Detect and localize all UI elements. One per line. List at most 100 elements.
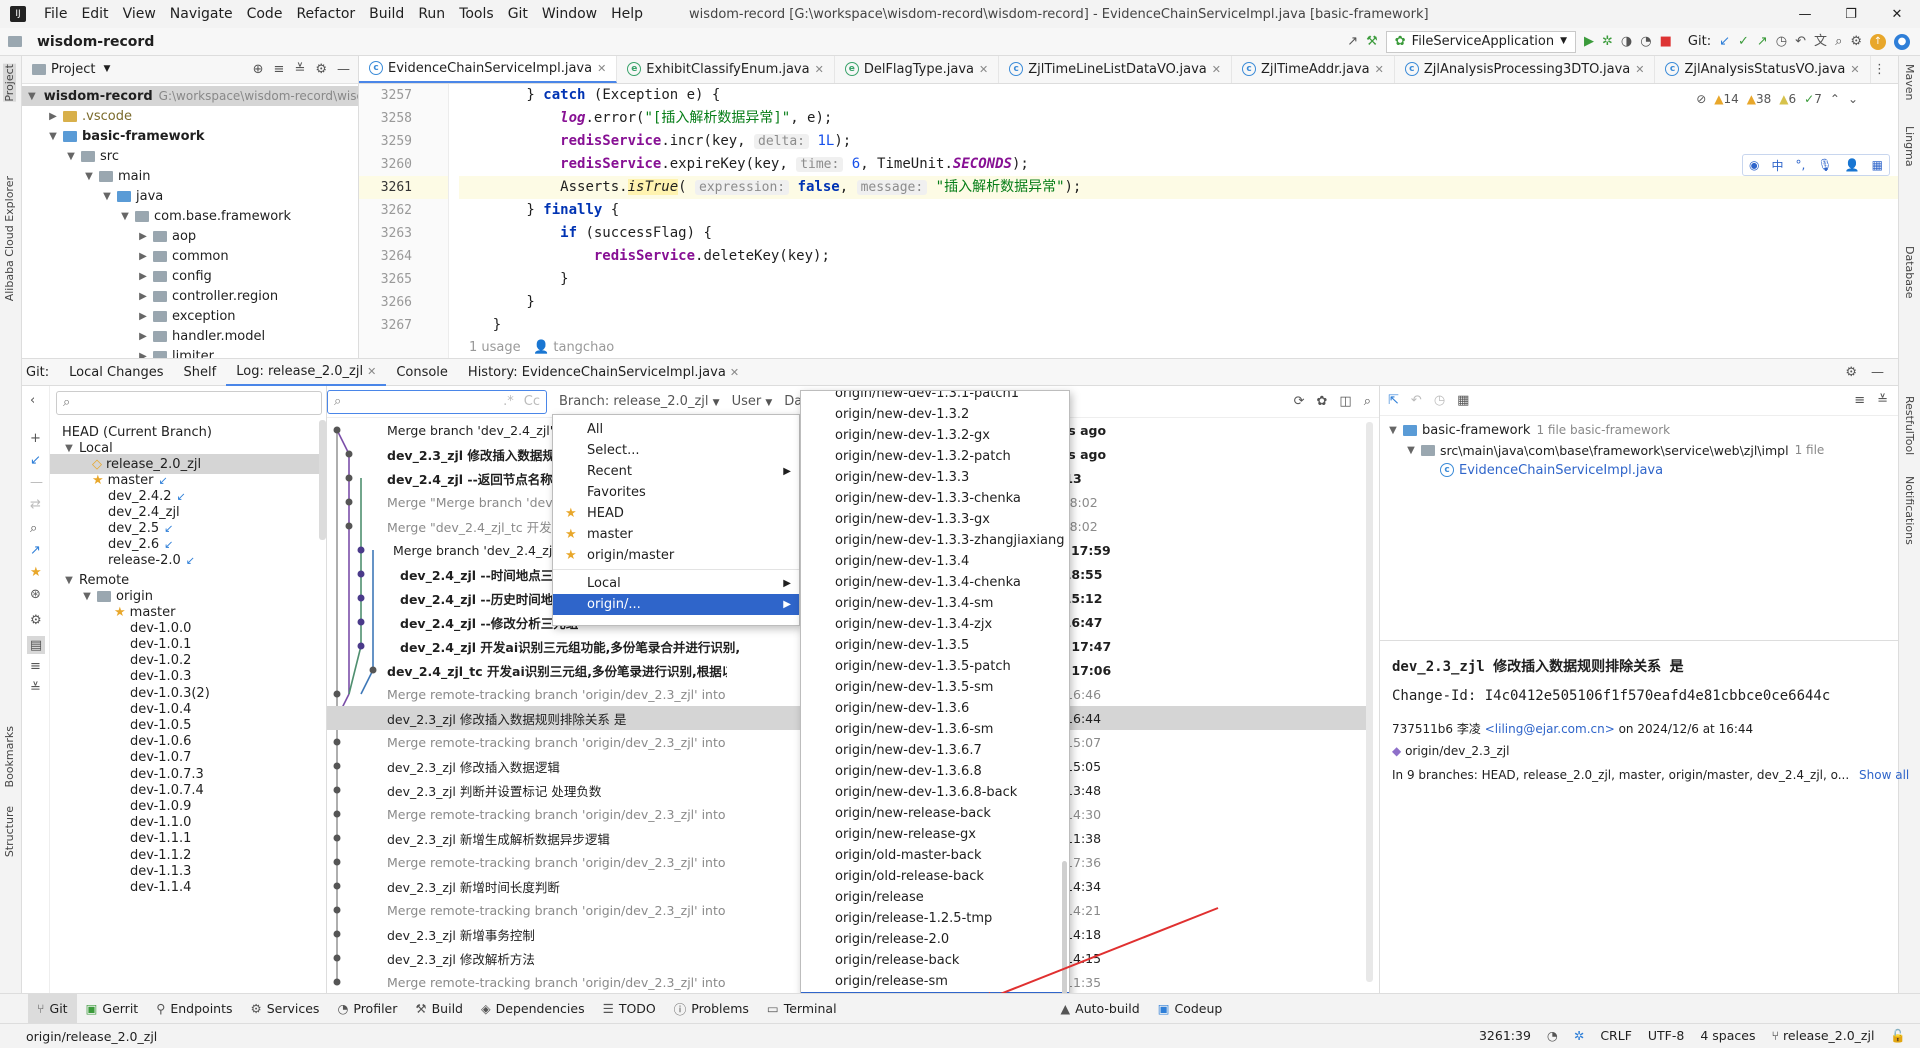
- changed-file[interactable]: c EvidenceChainServiceImpl.java: [1380, 460, 1898, 480]
- commit-email[interactable]: <liling@ejar.com.cn>: [1485, 722, 1615, 736]
- menu-item-recent[interactable]: Recent ▶: [553, 461, 799, 482]
- remote-branch-menu-item[interactable]: origin/old-release-back: [801, 866, 1069, 887]
- delete-icon[interactable]: —: [30, 476, 43, 489]
- history-icon[interactable]: ◷: [1776, 35, 1787, 48]
- tree-item-src[interactable]: ▼ src: [22, 146, 358, 166]
- menu-item-master[interactable]: ★ master: [553, 524, 799, 545]
- chevron-down-icon[interactable]: ▼: [62, 575, 76, 586]
- chevron-right-icon[interactable]: ▶: [136, 271, 150, 282]
- git-commit-icon[interactable]: ✓: [1738, 35, 1749, 48]
- collapse-all-icon[interactable]: ≚: [1877, 394, 1888, 407]
- remote-branch-menu-item[interactable]: origin/new-dev-1.3.2: [801, 404, 1069, 425]
- settings-icon[interactable]: ⚙: [30, 614, 42, 627]
- show-all-link[interactable]: Show all: [1859, 768, 1909, 782]
- remote-branch-menu-item[interactable]: origin/new-dev-1.3.5-patch: [801, 656, 1069, 677]
- menu-navigate[interactable]: Navigate: [164, 6, 239, 22]
- tree-item-controller-region[interactable]: ▶ controller.region: [22, 286, 358, 306]
- remote-branch-menu-item[interactable]: origin/new-dev-1.3.6.8: [801, 761, 1069, 782]
- branch-item[interactable]: release-2.0 ↙: [92, 550, 195, 570]
- tree-item-main[interactable]: ▼ main: [22, 166, 358, 186]
- close-icon[interactable]: ✕: [1850, 63, 1859, 76]
- remote-branch-menu-item[interactable]: origin/new-dev-1.3.3-chenka: [801, 488, 1069, 509]
- close-icon[interactable]: ✕: [367, 365, 376, 378]
- tool-todo[interactable]: ☰ TODO: [594, 994, 665, 1024]
- tree-item-common[interactable]: ▶ common: [22, 246, 358, 266]
- tool-problems[interactable]: ⓘ Problems: [665, 994, 758, 1024]
- group-icon[interactable]: ▤: [27, 636, 45, 654]
- tree-item-vscode[interactable]: ▶ .vscode: [22, 106, 358, 126]
- branch-search-input[interactable]: ⌕: [56, 391, 322, 415]
- chevron-right-icon[interactable]: ▶: [136, 251, 150, 262]
- close-icon[interactable]: ✕: [1635, 63, 1644, 76]
- file-encoding[interactable]: UTF-8: [1648, 1028, 1684, 1044]
- remote-branch-menu-item[interactable]: origin/new-dev-1.3.3-gx: [801, 509, 1069, 530]
- database-tool-tab[interactable]: Database: [1903, 246, 1916, 299]
- close-icon[interactable]: ✕: [815, 63, 824, 76]
- remote-branch-menu-item[interactable]: origin/old-master-back: [801, 845, 1069, 866]
- remote-branch-menu-item[interactable]: origin/new-dev-1.3.5-sm: [801, 677, 1069, 698]
- remote-branch-menu-item[interactable]: origin/new-dev-1.3.2-patch: [801, 446, 1069, 467]
- remote-branch-menu-item[interactable]: origin/new-dev-1.3.4: [801, 551, 1069, 572]
- tool-gerrit[interactable]: ▣ Gerrit: [77, 994, 148, 1024]
- code-editor[interactable]: 3257 3258 3259 3260 3261 3262 3263 3264 …: [359, 84, 1898, 358]
- git-update-icon[interactable]: ↙: [1719, 35, 1730, 48]
- chevron-down-icon[interactable]: ▼: [80, 591, 94, 602]
- mic-icon[interactable]: 🎙: [1817, 158, 1832, 172]
- tab-console[interactable]: Console: [386, 358, 458, 386]
- show-diff-icon[interactable]: ⇱: [1388, 394, 1399, 407]
- project-tool-tab[interactable]: Project: [3, 64, 16, 102]
- tool-codeup[interactable]: ▣ Codeup: [1149, 994, 1232, 1024]
- close-icon[interactable]: ✕: [1212, 63, 1221, 76]
- punct-icon[interactable]: °,: [1796, 158, 1806, 172]
- remote-branch-menu-item[interactable]: origin/new-dev-1.3.6: [801, 698, 1069, 719]
- menu-item-select[interactable]: Select...: [553, 440, 799, 461]
- more-tabs-icon[interactable]: ⋮: [1873, 56, 1886, 83]
- add-icon[interactable]: +: [30, 432, 41, 445]
- tree-item-java[interactable]: ▼ java: [22, 186, 358, 206]
- tool-services[interactable]: ⚙ Services: [242, 994, 329, 1024]
- avatar-icon[interactable]: ●: [1894, 33, 1910, 50]
- chevron-right-icon[interactable]: ▶: [136, 311, 150, 322]
- structure-tool-tab[interactable]: Structure: [3, 806, 16, 857]
- chevron-up-icon[interactable]: ⌃: [1830, 92, 1840, 106]
- ifly-icon[interactable]: ◉: [1749, 158, 1759, 172]
- tree-item-basic-framework[interactable]: ▼ basic-framework: [22, 126, 358, 146]
- remote-branch-menu-item[interactable]: origin/new-dev-1.3.4-chenka: [801, 572, 1069, 593]
- menu-build[interactable]: Build: [363, 6, 410, 22]
- git-push-icon[interactable]: ↗: [1757, 35, 1768, 48]
- compare-icon[interactable]: ⊛: [30, 588, 41, 601]
- lock-icon[interactable]: 🔓: [1890, 1028, 1906, 1044]
- close-window-button[interactable]: ✕: [1874, 7, 1920, 22]
- remote-branch-menu-item[interactable]: origin/new-dev-1.3.6.8-back: [801, 782, 1069, 803]
- tool-build[interactable]: ⚒ Build: [406, 994, 472, 1024]
- user-icon[interactable]: 👤: [1845, 158, 1860, 172]
- chevron-right-icon[interactable]: ▶: [136, 331, 150, 342]
- tool-git[interactable]: ⑂ Git: [28, 993, 77, 1024]
- log-scrollbar[interactable]: [1366, 422, 1373, 982]
- scrollbar[interactable]: [319, 420, 326, 540]
- tab-local-changes[interactable]: Local Changes: [59, 358, 173, 386]
- usage-count[interactable]: 1 usage: [469, 340, 521, 355]
- close-icon[interactable]: ✕: [1375, 63, 1384, 76]
- tree-item-exception[interactable]: ▶ exception: [22, 306, 358, 326]
- menu-tools[interactable]: Tools: [453, 6, 500, 22]
- menu-run[interactable]: Run: [412, 6, 451, 22]
- menu-item-origin-submenu[interactable]: origin/... ▶: [553, 594, 799, 615]
- search-icon[interactable]: ⌕: [1364, 395, 1371, 408]
- tab-shelf[interactable]: Shelf: [174, 358, 227, 386]
- project-panel-title[interactable]: Project: [51, 62, 95, 77]
- hide-icon[interactable]: —: [337, 63, 350, 76]
- chevron-right-icon[interactable]: ▶: [136, 231, 150, 242]
- changed-path[interactable]: ▼ src\main\java\com\base\framework\servi…: [1380, 440, 1898, 460]
- caret-position[interactable]: 3261:39: [1479, 1028, 1531, 1044]
- tab-log[interactable]: Log: release_2.0_zjl ✕: [226, 358, 387, 386]
- menu-view[interactable]: View: [117, 6, 162, 22]
- restfultool-tool-tab[interactable]: RestfulTool: [1903, 396, 1916, 455]
- remote-branch-menu-item[interactable]: origin/new-dev-1.3.6.7: [801, 740, 1069, 761]
- tree-root[interactable]: ▼ wisdom-record G:\workspace\wisdom-reco…: [22, 86, 358, 106]
- branch-filter[interactable]: Branch: release_2.0_zjl ▼: [559, 394, 720, 409]
- collapse-all-icon[interactable]: ≚: [294, 63, 305, 76]
- chevron-down-icon[interactable]: ▼: [100, 191, 114, 202]
- update-icon[interactable]: ↙: [30, 454, 41, 467]
- chevron-down-icon[interactable]: ▼: [82, 171, 96, 182]
